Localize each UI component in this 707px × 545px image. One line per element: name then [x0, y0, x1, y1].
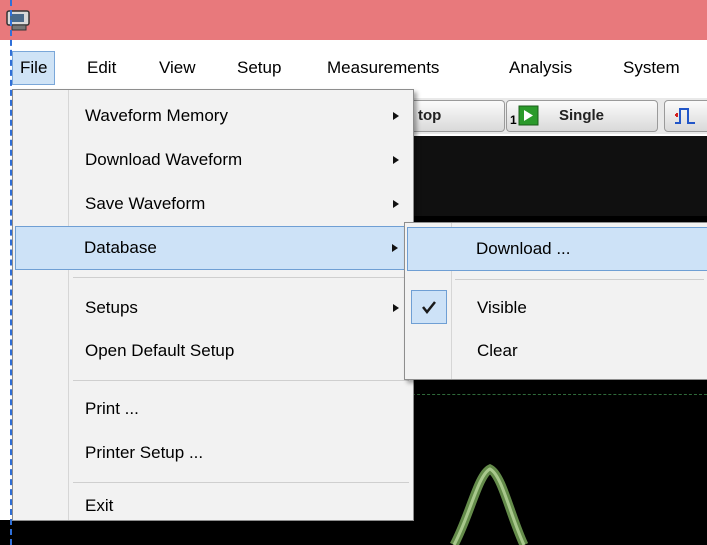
- submenu-arrow-icon: [393, 200, 399, 208]
- title-bar: [0, 0, 707, 40]
- checkmark-icon: [422, 301, 436, 315]
- menu-item-label: Print ...: [85, 399, 139, 418]
- waveform-display-lower: [0, 520, 412, 545]
- toolbar: top 1 Single: [412, 98, 707, 134]
- single-button-label: Single: [559, 107, 605, 124]
- stop-button[interactable]: top: [412, 100, 505, 132]
- menu-measurements[interactable]: Measurements: [320, 51, 446, 85]
- submenu-item-visible[interactable]: Visible: [407, 287, 706, 329]
- submenu-arrow-icon: [393, 304, 399, 312]
- menu-analysis[interactable]: Analysis: [502, 51, 579, 85]
- menu-item-print[interactable]: Print ...: [15, 388, 411, 430]
- grid-line: [412, 394, 707, 395]
- menu-item-exit[interactable]: Exit: [15, 493, 411, 519]
- stop-button-label: top: [418, 107, 442, 124]
- submenu-arrow-icon: [393, 156, 399, 164]
- menu-separator: [73, 277, 409, 278]
- pulse-trigger-icon: [675, 108, 695, 124]
- menu-setup[interactable]: Setup: [230, 51, 288, 85]
- menu-item-save-waveform[interactable]: Save Waveform: [15, 183, 411, 225]
- display-header: [412, 136, 707, 216]
- menu-bar: File Edit View Setup Measurements Analys…: [0, 51, 707, 87]
- menu-item-label: Waveform Memory: [85, 106, 228, 125]
- waveform-trace: [450, 463, 529, 545]
- menu-separator: [455, 279, 704, 280]
- menu-item-label: Exit: [85, 496, 114, 515]
- menu-view[interactable]: View: [152, 51, 203, 85]
- single-button[interactable]: 1 Single: [506, 100, 658, 132]
- menu-system[interactable]: System: [616, 51, 687, 85]
- menu-item-printer-setup[interactable]: Printer Setup ...: [15, 432, 411, 474]
- menu-item-label: Printer Setup ...: [85, 443, 204, 462]
- run-indicator: 1: [510, 113, 517, 127]
- menu-item-label: Save Waveform: [85, 194, 206, 213]
- app-icon[interactable]: [4, 7, 34, 33]
- menu-file[interactable]: File: [12, 51, 56, 85]
- menu-item-label: Open Default Setup: [85, 341, 235, 360]
- submenu-item-clear[interactable]: Clear: [407, 330, 706, 372]
- menu-item-setups[interactable]: Setups: [15, 287, 411, 329]
- file-menu: Waveform Memory Download Waveform Save W…: [12, 89, 414, 521]
- trigger-mode-button[interactable]: [664, 100, 707, 132]
- menu-item-download-waveform[interactable]: Download Waveform: [15, 139, 411, 181]
- submenu-item-label: Download ...: [476, 239, 571, 258]
- menu-item-waveform-memory[interactable]: Waveform Memory: [15, 95, 411, 137]
- menu-separator: [73, 482, 409, 483]
- menu-item-label: Database: [84, 238, 157, 257]
- checkmark-box: [411, 290, 447, 324]
- submenu-arrow-icon: [393, 112, 399, 120]
- menu-item-database[interactable]: Database: [15, 226, 411, 270]
- menu-item-open-default-setup[interactable]: Open Default Setup: [15, 330, 411, 372]
- menu-separator: [73, 380, 409, 381]
- submenu-item-download[interactable]: Download ...: [407, 227, 707, 271]
- database-submenu: Download ... Visible Clear: [404, 222, 707, 380]
- menu-item-label: Download Waveform: [85, 150, 243, 169]
- submenu-item-label: Clear: [477, 341, 518, 360]
- menu-edit[interactable]: Edit: [80, 51, 123, 85]
- menu-item-label: Setups: [85, 298, 138, 317]
- submenu-item-label: Visible: [477, 298, 527, 317]
- submenu-arrow-icon: [392, 244, 398, 252]
